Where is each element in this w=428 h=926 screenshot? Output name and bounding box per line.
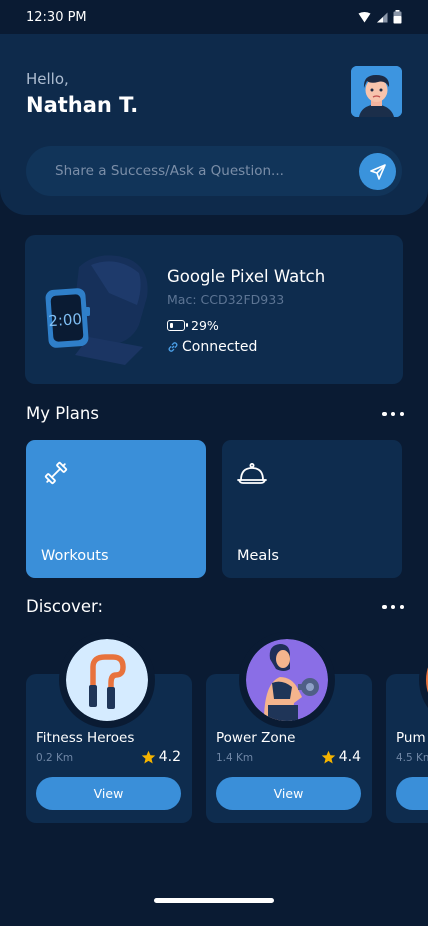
star-icon	[321, 750, 335, 763]
wifi-icon	[358, 11, 371, 22]
share-question-input[interactable]	[55, 163, 345, 179]
share-question-field[interactable]	[26, 146, 402, 196]
discover-rating: 4.2	[141, 749, 181, 765]
watch-face-time: 2:00	[48, 310, 83, 330]
battery-status-icon	[393, 10, 402, 24]
discover-title: Discover:	[26, 597, 104, 616]
device-name: Google Pixel Watch	[167, 267, 326, 286]
discover-image-frame	[59, 632, 155, 728]
greeting-text: Hello,	[26, 70, 69, 88]
discover-name: Pum	[396, 730, 426, 746]
discover-distance: 0.2 Km	[36, 752, 74, 764]
discover-card-fitness-heroes[interactable]: Fitness Heroes 0.2 Km 4.2 View	[26, 632, 192, 823]
send-button[interactable]	[359, 153, 396, 190]
status-time: 12:30 PM	[26, 9, 87, 25]
cell-signal-icon	[377, 12, 388, 22]
smartwatch-illustration: 2:00	[45, 255, 148, 365]
device-card[interactable]: 2:00 Google Pixel Watch Mac: CCD32FD933 …	[25, 235, 403, 384]
dumbbell-icon	[44, 461, 68, 485]
discover-more-button[interactable]	[382, 603, 404, 611]
device-mac: Mac: CCD32FD933	[167, 292, 285, 307]
plans-more-button[interactable]	[382, 410, 404, 418]
cloche-icon	[237, 463, 267, 484]
view-button[interactable]	[396, 777, 428, 810]
battery-icon	[167, 320, 188, 331]
battery-fill	[169, 322, 173, 328]
discover-distance: 1.4 Km	[216, 752, 254, 764]
my-plans-title: My Plans	[26, 404, 99, 423]
discover-card-clip: Pum 4.5 Km	[386, 620, 428, 840]
user-name: Nathan T.	[26, 93, 139, 117]
plan-label-meals: Meals	[237, 548, 279, 564]
status-bar: 12:30 PM	[0, 0, 428, 34]
home-indicator[interactable]	[154, 898, 274, 903]
send-icon	[369, 163, 386, 180]
link-icon	[168, 342, 178, 352]
star-icon	[141, 750, 155, 763]
rating-value: 4.2	[158, 749, 181, 765]
avatar-illustration	[351, 66, 402, 117]
connection-status: Connected	[167, 339, 257, 355]
discover-rating: 4.4	[321, 749, 361, 765]
battery-percent: 29%	[191, 318, 219, 333]
plan-label-workouts: Workouts	[41, 548, 109, 564]
plan-card-workouts[interactable]: Workouts	[26, 440, 206, 578]
avatar[interactable]	[351, 66, 402, 117]
athlete-dumbbell-icon	[246, 639, 328, 721]
discover-distance: 4.5 Km	[396, 752, 428, 764]
jump-rope-icon	[66, 639, 148, 721]
plan-card-meals[interactable]: Meals	[222, 440, 402, 578]
discover-image-frame	[419, 632, 428, 728]
discover-name: Fitness Heroes	[36, 730, 135, 746]
connection-label: Connected	[182, 339, 258, 355]
discover-name: Power Zone	[216, 730, 296, 746]
discover-image-frame	[239, 632, 335, 728]
battery-row: 29%	[167, 318, 219, 333]
view-button[interactable]: View	[36, 777, 181, 810]
discover-card-partial[interactable]: Pum 4.5 Km	[386, 632, 428, 823]
status-icons	[358, 10, 402, 24]
discover-card-power-zone[interactable]: Power Zone 1.4 Km 4.4 View	[206, 632, 372, 823]
view-button[interactable]: View	[216, 777, 361, 810]
rating-value: 4.4	[338, 749, 361, 765]
